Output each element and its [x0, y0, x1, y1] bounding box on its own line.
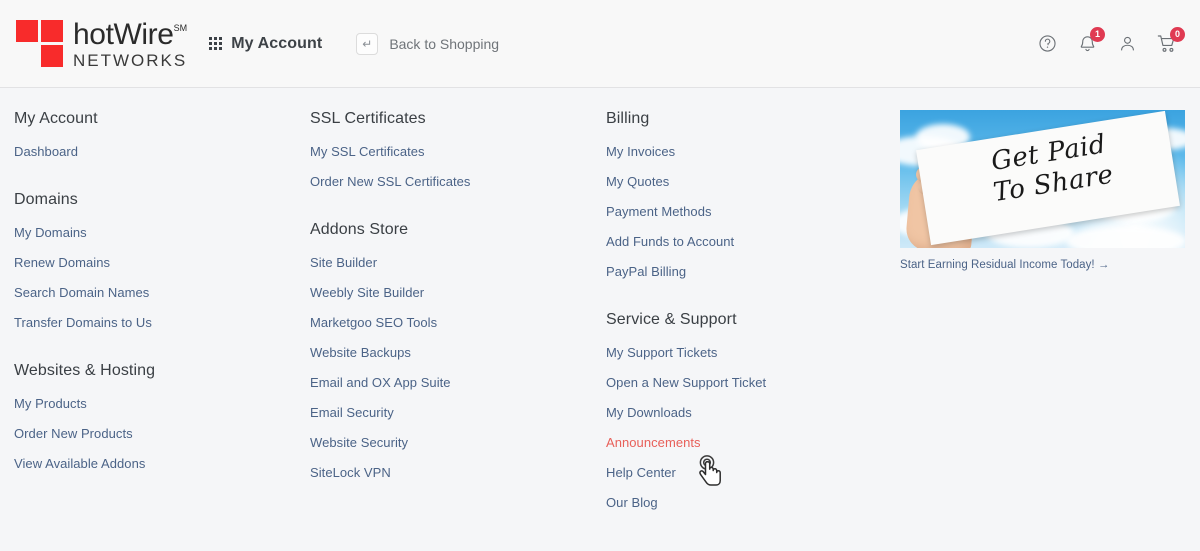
link-my-quotes[interactable]: My Quotes — [606, 174, 669, 189]
link-email-security[interactable]: Email Security — [310, 405, 394, 420]
link-weebly-site-builder[interactable]: Weebly Site Builder — [310, 285, 424, 300]
section-domains: Domains My Domains Renew Domains Search … — [14, 191, 296, 330]
link-my-invoices[interactable]: My Invoices — [606, 144, 675, 159]
nav-column-1: My Account Dashboard Domains My Domains … — [0, 110, 296, 510]
help-circle-icon[interactable] — [1036, 32, 1058, 56]
section-title: Websites & Hosting — [14, 362, 156, 379]
link-search-domain-names[interactable]: Search Domain Names — [14, 285, 149, 300]
link-my-downloads[interactable]: My Downloads — [606, 405, 692, 420]
section-my-account: My Account Dashboard — [14, 110, 296, 159]
link-view-available-addons[interactable]: View Available Addons — [14, 456, 145, 471]
return-arrow-icon: ↵ — [356, 32, 379, 55]
back-to-shopping-button[interactable]: ↵ Back to Shopping — [356, 32, 500, 55]
promo-image[interactable]: Get Paid To Share — [900, 110, 1185, 248]
logo-sub-text: NETWORKS — [73, 50, 188, 70]
section-websites-hosting: Websites & Hosting My Products Order New… — [14, 362, 296, 471]
link-paypal-billing[interactable]: PayPal Billing — [606, 264, 686, 279]
link-add-funds-to-account[interactable]: Add Funds to Account — [606, 234, 734, 249]
link-help-center[interactable]: Help Center — [606, 465, 676, 480]
section-title: Billing — [606, 110, 650, 127]
user-icon[interactable] — [1116, 32, 1138, 56]
main-content: My Account Dashboard Domains My Domains … — [0, 88, 1200, 510]
cloud-shape — [1066, 226, 1185, 248]
section-addons-store: Addons Store Site Builder Weebly Site Bu… — [310, 221, 594, 480]
section-service-support: Service & Support My Support Tickets Ope… — [606, 311, 892, 510]
grid-apps-icon — [209, 37, 223, 50]
logo-main-text: hotWireSM — [73, 17, 188, 51]
section-title: Addons Store — [310, 221, 409, 238]
bell-badge: 1 — [1090, 26, 1105, 42]
link-announcements[interactable]: Announcements — [606, 435, 701, 450]
link-email-and-ox-app-suite[interactable]: Email and OX App Suite — [310, 375, 451, 390]
link-order-new-ssl-certificates[interactable]: Order New SSL Certificates — [310, 174, 470, 189]
link-payment-methods[interactable]: Payment Methods — [606, 204, 712, 219]
brand-logo[interactable]: hotWireSM NETWORKS — [14, 19, 187, 69]
link-open-a-new-support-ticket[interactable]: Open a New Support Ticket — [606, 375, 766, 390]
promo-caption-link[interactable]: Start Earning Residual Income Today! → — [900, 259, 1109, 271]
link-my-products[interactable]: My Products — [14, 396, 87, 411]
logo-servicemark: SM — [173, 22, 188, 33]
nav-column-2: SSL Certificates My SSL Certificates Ord… — [296, 110, 594, 510]
link-order-new-products[interactable]: Order New Products — [14, 426, 133, 441]
promo-column: Get Paid To Share Start Earning Residual… — [892, 110, 1192, 510]
bell-icon[interactable]: 1 — [1076, 26, 1105, 56]
link-transfer-domains-to-us[interactable]: Transfer Domains to Us — [14, 315, 152, 330]
my-account-label: My Account — [231, 34, 323, 52]
link-dashboard[interactable]: Dashboard — [14, 144, 78, 159]
section-title: My Account — [14, 110, 98, 127]
link-my-ssl-certificates[interactable]: My SSL Certificates — [310, 144, 425, 159]
link-my-support-tickets[interactable]: My Support Tickets — [606, 345, 717, 360]
logo-wordmark: hotWireSM NETWORKS — [73, 19, 187, 69]
cart-icon[interactable]: 0 — [1156, 26, 1185, 56]
link-site-builder[interactable]: Site Builder — [310, 255, 377, 270]
logo-squares-icon — [16, 19, 64, 68]
link-marketgoo-seo-tools[interactable]: Marketgoo SEO Tools — [310, 315, 437, 330]
back-to-shopping-label: Back to Shopping — [389, 35, 500, 52]
section-title: Domains — [14, 191, 78, 208]
logo-name: hotWire — [73, 17, 174, 51]
link-website-backups[interactable]: Website Backups — [310, 345, 411, 360]
my-account-nav[interactable]: My Account — [209, 29, 322, 59]
promo-banner[interactable]: Get Paid To Share Start Earning Residual… — [900, 110, 1192, 271]
link-renew-domains[interactable]: Renew Domains — [14, 255, 110, 270]
link-sitelock-vpn[interactable]: SiteLock VPN — [310, 465, 391, 480]
link-our-blog[interactable]: Our Blog — [606, 495, 658, 510]
nav-column-3: Billing My Invoices My Quotes Payment Me… — [594, 110, 892, 510]
section-billing: Billing My Invoices My Quotes Payment Me… — [606, 110, 892, 279]
header-icon-group: 1 0 — [1036, 26, 1186, 56]
section-ssl-certificates: SSL Certificates My SSL Certificates Ord… — [310, 110, 594, 189]
top-header: hotWireSM NETWORKS My Account ↵ Back to … — [0, 0, 1200, 88]
link-website-security[interactable]: Website Security — [310, 435, 408, 450]
cart-badge: 0 — [1170, 26, 1185, 42]
section-title: SSL Certificates — [310, 110, 426, 127]
link-my-domains[interactable]: My Domains — [14, 225, 87, 240]
section-title: Service & Support — [606, 311, 737, 328]
